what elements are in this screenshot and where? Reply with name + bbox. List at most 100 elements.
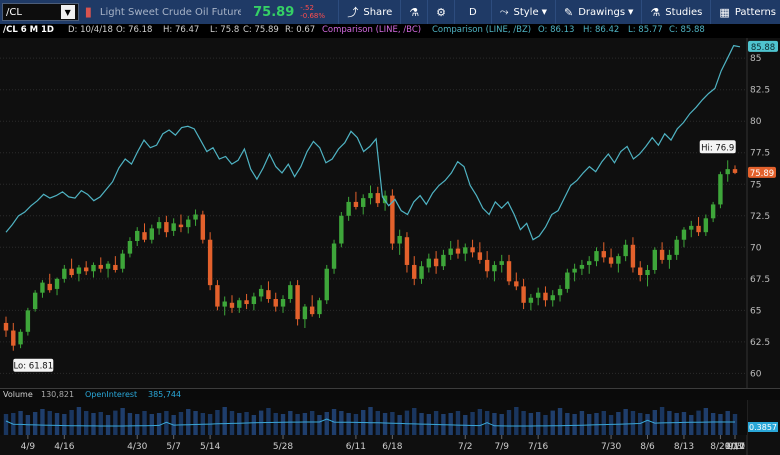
- time-tick-label: 5/28: [273, 442, 293, 452]
- volume-bar: [266, 408, 271, 435]
- candle-body: [3, 322, 9, 331]
- price-tick-label: 77.5: [750, 149, 770, 159]
- candle-body: [594, 251, 599, 262]
- volume-bar: [681, 412, 687, 435]
- chart-info-bar: /CL 6 M 1D D: 10/4/18 O: 76.18 H: 76.47 …: [0, 24, 780, 38]
- candle-body: [623, 244, 628, 257]
- comparison-price-tag: 85.88: [748, 40, 778, 53]
- style-label: Style: [513, 6, 539, 18]
- studies-button[interactable]: ⚗ Studies: [641, 0, 710, 24]
- style-button[interactable]: ⤳ Style ▼: [490, 0, 555, 24]
- candle-body: [674, 239, 679, 255]
- volume-bar: [521, 411, 526, 435]
- volume-bar: [718, 414, 723, 435]
- candle-body: [324, 268, 329, 301]
- volume-label[interactable]: Volume: [3, 390, 33, 399]
- volume-bar: [186, 409, 191, 435]
- candle-body: [667, 254, 672, 260]
- candle-body: [273, 299, 278, 307]
- symbol-dropdown-icon[interactable]: ▼: [60, 5, 75, 19]
- price-tick-label: 82.5: [750, 86, 770, 96]
- volume-bar: [455, 411, 461, 435]
- candle-body: [433, 258, 439, 267]
- volume-bar: [135, 414, 140, 435]
- candle-body: [521, 286, 526, 303]
- comparison-high: H: 86.42: [583, 25, 620, 35]
- candle-body: [288, 285, 293, 299]
- volume-bar: [645, 414, 650, 435]
- time-tick-label: 4/16: [54, 442, 74, 452]
- comparison-close: C: 85.88: [669, 25, 705, 35]
- candle-body: [47, 283, 52, 291]
- settings-button[interactable]: ⚙: [427, 0, 454, 24]
- symbol-selector[interactable]: /CL ▼: [2, 3, 79, 21]
- candle-body: [25, 310, 31, 332]
- price-tick-label: 70: [750, 243, 762, 253]
- candle-body: [32, 292, 38, 310]
- time-tick-label: 7/16: [528, 442, 548, 452]
- volume-bar: [309, 411, 315, 435]
- share-icon: ⤴: [347, 6, 359, 19]
- candle-body: [91, 264, 96, 272]
- price-tick-label: 60: [750, 369, 762, 379]
- price-tick-label: 67.5: [750, 275, 770, 285]
- volume-pane-header: Volume 130,821 OpenInterest 385,744: [0, 388, 780, 400]
- volume-bar: [579, 411, 585, 435]
- volume-bar: [120, 408, 125, 435]
- volume-bar: [91, 413, 96, 435]
- price-tick-label: 65: [750, 306, 761, 316]
- volume-bar: [156, 413, 162, 435]
- volume-bar: [557, 408, 563, 435]
- open-interest-label[interactable]: OpenInterest: [85, 390, 137, 399]
- candle-body: [630, 244, 636, 268]
- time-tick-label: 6/18: [382, 442, 402, 452]
- volume-bar: [273, 413, 278, 435]
- volume-bar: [725, 411, 730, 435]
- drawings-button[interactable]: ✎ Drawings ▼: [555, 0, 641, 24]
- volume-bar: [565, 413, 570, 435]
- last-price: 75.89: [253, 4, 295, 20]
- percent-change: -0.68%: [300, 12, 326, 20]
- high-marker: Hi: 76.9: [699, 140, 736, 154]
- favorite-flag-icon[interactable]: ▮: [85, 5, 92, 20]
- candle-body: [638, 267, 643, 276]
- candle-body: [725, 169, 730, 175]
- share-button[interactable]: ⤴ Share: [338, 0, 400, 24]
- comparison-bz-label[interactable]: Comparison (LINE, /BZ): [432, 25, 531, 35]
- flask-button[interactable]: ⚗: [400, 0, 427, 24]
- candle-body: [186, 219, 191, 228]
- candle-body: [441, 254, 446, 267]
- patterns-label: Patterns: [734, 6, 776, 18]
- low-marker-label: Lo: 61.81: [13, 362, 53, 372]
- volume-bar: [703, 408, 709, 435]
- volume-bar: [295, 414, 300, 435]
- volume-bar: [477, 409, 483, 435]
- candle-body: [710, 204, 716, 219]
- candle-body: [215, 285, 220, 307]
- volume-bar: [659, 407, 665, 435]
- share-label: Share: [363, 6, 393, 18]
- candle-body: [477, 252, 483, 260]
- candle-body: [171, 223, 176, 231]
- volume-bar: [127, 413, 133, 435]
- candle-body: [535, 292, 541, 298]
- comparison-bc-label[interactable]: Comparison (LINE, /BC): [322, 25, 421, 35]
- volume-bar: [317, 415, 322, 435]
- candle-body: [62, 268, 67, 279]
- candle-body: [113, 264, 118, 270]
- candle-body: [455, 248, 461, 254]
- volume-bar: [514, 407, 519, 435]
- patterns-button[interactable]: ▦ Patterns: [710, 0, 780, 24]
- volume-bar: [40, 409, 45, 435]
- volume-bar: [535, 412, 541, 435]
- net-change: -.52: [300, 4, 314, 12]
- volume-bar: [674, 413, 679, 435]
- comparison-price-tag-text: 85.88: [751, 43, 775, 53]
- period-button[interactable]: D: [453, 0, 491, 24]
- volume-bar: [193, 411, 198, 435]
- candle-body: [200, 214, 206, 240]
- symbol-input[interactable]: /CL: [6, 7, 22, 18]
- candle-body: [193, 214, 198, 220]
- candle-body: [309, 306, 315, 315]
- candle-body: [54, 278, 60, 289]
